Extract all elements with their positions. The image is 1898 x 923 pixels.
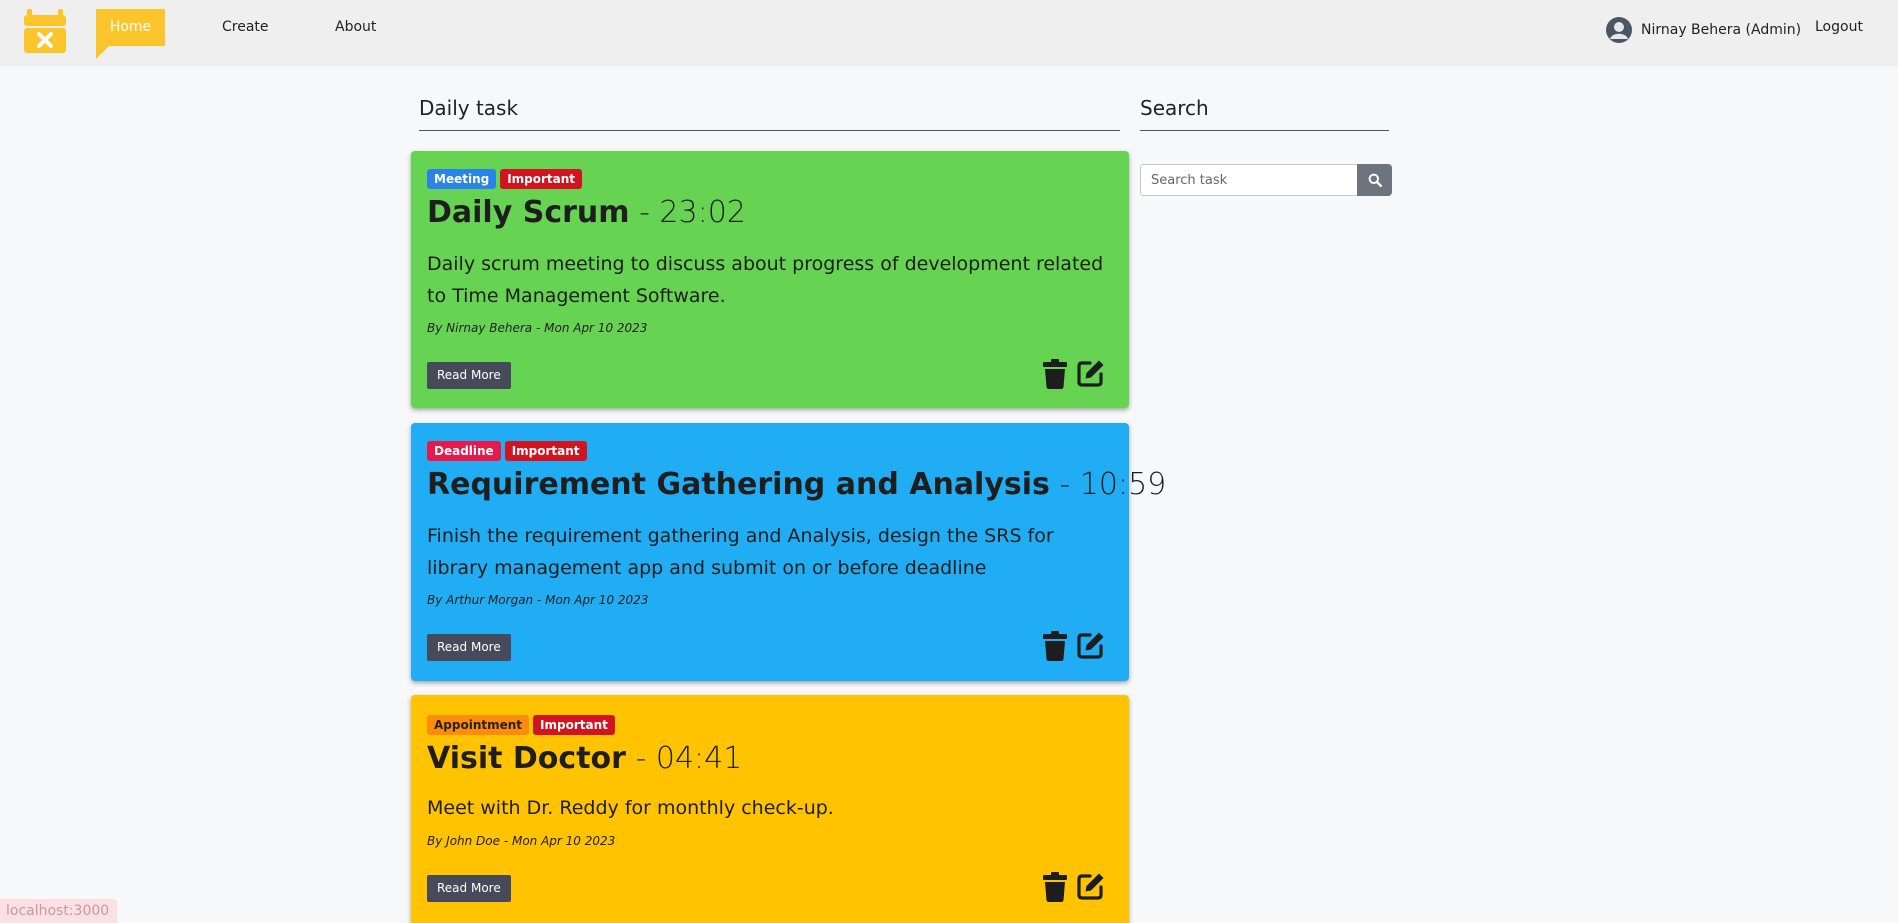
task-description: Meet with Dr. Reddy for monthly check-up…	[427, 797, 834, 819]
task-card: Meeting Important Daily Scrum - 23:02 Da…	[411, 151, 1129, 408]
search-form	[1140, 164, 1392, 196]
task-meta: By Arthur Morgan - Mon Apr 10 2023	[427, 593, 649, 607]
search-heading: Search	[1140, 96, 1389, 131]
task-time: - 10:59	[1059, 467, 1167, 502]
task-time: - 23:02	[639, 195, 746, 230]
edit-icon[interactable]	[1077, 359, 1105, 387]
task-actions	[1043, 872, 1105, 902]
tasks-heading: Daily task	[419, 96, 1120, 131]
task-title: Visit Doctor - 04:41	[427, 741, 742, 776]
task-description: Finish the requirement gathering and Ana…	[427, 525, 1054, 579]
edit-icon[interactable]	[1077, 872, 1105, 900]
read-more-button[interactable]: Read More	[427, 362, 511, 389]
task-time: - 04:41	[635, 741, 743, 776]
task-card: Deadline Important Requirement Gathering…	[411, 423, 1166, 681]
task-actions	[1043, 631, 1105, 661]
task-title: Daily Scrum - 23:02	[427, 195, 746, 230]
read-more-button[interactable]: Read More	[427, 634, 511, 661]
nav-home[interactable]: Home	[96, 9, 165, 59]
search-icon	[1368, 173, 1382, 187]
top-navbar: Home Create About Nirnay Behera (Admin) …	[0, 0, 1898, 66]
task-meta: By Nirnay Behera - Mon Apr 10 2023	[427, 321, 648, 335]
badge-category: Meeting	[427, 169, 497, 189]
task-badges: Meeting Important	[427, 169, 583, 189]
task-description: Daily scrum meeting to discuss about pro…	[427, 253, 1104, 307]
task-badges: Appointment Important	[427, 715, 615, 735]
badge-priority: Important	[500, 169, 583, 189]
user-avatar-icon	[1606, 17, 1632, 43]
search-button[interactable]	[1357, 164, 1392, 196]
task-name: Visit Doctor	[427, 741, 626, 776]
badge-priority: Important	[504, 441, 587, 461]
read-more-button[interactable]: Read More	[427, 875, 511, 902]
trash-icon[interactable]	[1043, 359, 1067, 389]
badge-priority: Important	[533, 715, 615, 735]
nav-create[interactable]: Create	[222, 9, 269, 46]
task-badges: Deadline Important	[427, 441, 587, 461]
task-name: Requirement Gathering and Analysis	[427, 467, 1050, 502]
calendar-x-icon[interactable]	[24, 9, 66, 53]
badge-category: Appointment	[427, 715, 530, 735]
task-meta: By John Doe - Mon Apr 10 2023	[427, 834, 616, 848]
edit-icon[interactable]	[1077, 631, 1105, 659]
user-name: Nirnay Behera (Admin)	[1641, 22, 1802, 38]
search-input[interactable]	[1140, 164, 1357, 196]
task-title: Requirement Gathering and Analysis - 10:…	[427, 467, 1166, 502]
user-menu[interactable]: Nirnay Behera (Admin)	[1606, 17, 1801, 43]
trash-icon[interactable]	[1043, 631, 1067, 661]
status-bar-url: localhost:3000	[0, 899, 118, 923]
task-card: Appointment Important Visit Doctor - 04:…	[411, 695, 1129, 923]
trash-icon[interactable]	[1043, 872, 1067, 902]
logout-link[interactable]: Logout	[1815, 19, 1863, 35]
badge-category: Deadline	[427, 441, 501, 461]
nav-about[interactable]: About	[335, 9, 376, 46]
task-actions	[1043, 359, 1105, 389]
task-name: Daily Scrum	[427, 195, 630, 230]
